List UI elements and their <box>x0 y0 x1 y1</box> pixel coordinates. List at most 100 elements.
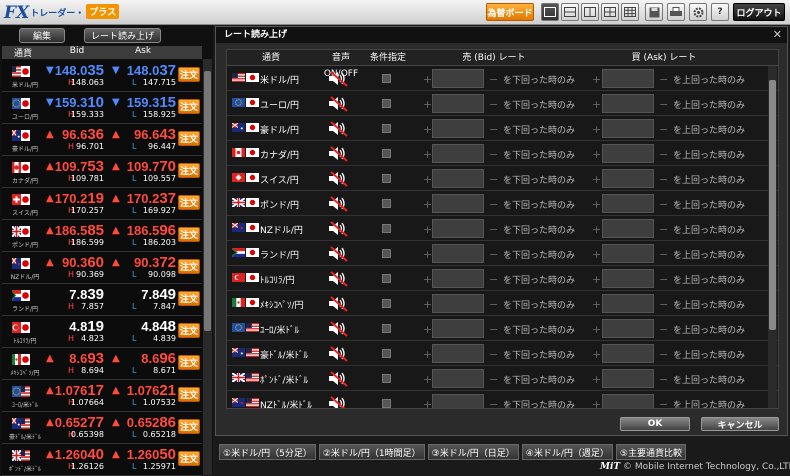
ask-rate-input[interactable] <box>602 144 654 163</box>
decrement-icon[interactable]: − <box>489 373 498 386</box>
decrement-icon[interactable]: − <box>659 298 668 311</box>
scroll-thumb[interactable] <box>204 71 211 331</box>
increment-icon[interactable]: + <box>592 173 601 186</box>
increment-icon[interactable]: + <box>592 73 601 86</box>
quote-row[interactable]: ランド/円 7.839 7.849 H 7.857 L 7.847 注文 <box>2 284 202 316</box>
speaker-muted-icon[interactable] <box>327 320 349 337</box>
chart-tab[interactable]: ④米ドル/円（週足） <box>521 444 613 460</box>
ask-rate-input[interactable] <box>602 394 654 408</box>
bid-rate-input[interactable] <box>432 244 484 263</box>
speaker-muted-icon[interactable] <box>327 70 349 87</box>
condition-checkbox[interactable] <box>382 174 391 183</box>
decrement-icon[interactable]: − <box>489 298 498 311</box>
decrement-icon[interactable]: − <box>659 398 668 408</box>
bid-rate-input[interactable] <box>432 194 484 213</box>
decrement-icon[interactable]: − <box>489 273 498 286</box>
quote-row[interactable]: ﾕｰﾛ/米ﾄﾞﾙ ▲ ▲ 1.07617 1.07621 H 1.07664 L … <box>2 380 202 412</box>
ok-button[interactable]: OK <box>620 417 690 431</box>
increment-icon[interactable]: + <box>592 348 601 361</box>
condition-checkbox[interactable] <box>382 74 391 83</box>
save-icon[interactable] <box>645 3 663 21</box>
quote-row[interactable]: ﾒｷｼｺﾍﾟｿ/円 ▲ ▲ 8.693 8.696 H 8.694 L 8.671… <box>2 348 202 380</box>
speaker-muted-icon[interactable] <box>327 270 349 287</box>
increment-icon[interactable]: + <box>423 348 432 361</box>
layout-single-icon[interactable] <box>541 3 559 21</box>
increment-icon[interactable]: + <box>592 248 601 261</box>
decrement-icon[interactable]: − <box>659 173 668 186</box>
speaker-muted-icon[interactable] <box>327 245 349 262</box>
layout-grid-icon[interactable] <box>621 3 639 21</box>
layout-split-horizontal-icon[interactable] <box>561 3 579 21</box>
ask-rate-input[interactable] <box>602 244 654 263</box>
decrement-icon[interactable]: − <box>659 198 668 211</box>
rate-read-button[interactable]: レート読み上げ <box>84 28 161 43</box>
increment-icon[interactable]: + <box>423 248 432 261</box>
bid-rate-input[interactable] <box>432 144 484 163</box>
speaker-muted-icon[interactable] <box>327 145 349 162</box>
order-button[interactable]: 注文 <box>178 99 200 114</box>
condition-checkbox[interactable] <box>382 374 391 383</box>
increment-icon[interactable]: + <box>423 73 432 86</box>
edit-button[interactable]: 編集 <box>19 28 65 43</box>
order-button[interactable]: 注文 <box>178 195 200 210</box>
condition-checkbox[interactable] <box>382 124 391 133</box>
decrement-icon[interactable]: − <box>489 73 498 86</box>
increment-icon[interactable]: + <box>423 173 432 186</box>
order-board-button[interactable]: 為替ボード <box>486 3 534 21</box>
speaker-muted-icon[interactable] <box>327 345 349 362</box>
decrement-icon[interactable]: − <box>659 248 668 261</box>
speaker-muted-icon[interactable] <box>327 170 349 187</box>
bid-rate-input[interactable] <box>432 269 484 288</box>
increment-icon[interactable]: + <box>423 398 432 408</box>
quote-row[interactable]: 豪ﾄﾞﾙ/米ﾄﾞﾙ ▲ ▲ 0.65277 0.65286 H 0.65398 L… <box>2 412 202 444</box>
ask-rate-input[interactable] <box>602 269 654 288</box>
chart-tab[interactable]: ③米ドル/円（日足） <box>427 444 519 460</box>
ask-rate-input[interactable] <box>602 194 654 213</box>
print-icon[interactable] <box>667 3 685 21</box>
cancel-button[interactable]: キャンセル <box>701 417 779 431</box>
speaker-muted-icon[interactable] <box>327 395 349 408</box>
decrement-icon[interactable]: − <box>489 248 498 261</box>
quote-row[interactable]: カナダ/円 ▲ ▲ 109.753 109.770 H 109.781 L 109… <box>2 156 202 188</box>
order-button[interactable]: 注文 <box>178 387 200 402</box>
condition-checkbox[interactable] <box>382 274 391 283</box>
chart-tab[interactable]: ②米ドル/円（1時間足） <box>318 444 425 460</box>
bid-rate-input[interactable] <box>432 319 484 338</box>
decrement-icon[interactable]: − <box>659 223 668 236</box>
increment-icon[interactable]: + <box>592 273 601 286</box>
decrement-icon[interactable]: − <box>489 348 498 361</box>
condition-checkbox[interactable] <box>382 99 391 108</box>
speaker-muted-icon[interactable] <box>327 95 349 112</box>
alert-grid-scrollbar[interactable] <box>768 66 777 408</box>
scroll-thumb[interactable] <box>769 80 776 330</box>
chart-tab[interactable]: ⑤主要通貨比較 <box>615 444 686 460</box>
chart-tab[interactable]: ①米ドル/円（5分足） <box>219 444 316 460</box>
condition-checkbox[interactable] <box>382 249 391 258</box>
increment-icon[interactable]: + <box>592 323 601 336</box>
bid-rate-input[interactable] <box>432 394 484 408</box>
rate-panel-scrollbar[interactable] <box>203 59 212 475</box>
order-button[interactable]: 注文 <box>178 355 200 370</box>
increment-icon[interactable]: + <box>423 198 432 211</box>
ask-rate-input[interactable] <box>602 119 654 138</box>
ask-rate-input[interactable] <box>602 219 654 238</box>
order-button[interactable]: 注文 <box>178 419 200 434</box>
quote-row[interactable]: ﾄﾙｺﾘﾗ/円 4.819 4.848 H 4.823 L 4.839 注文 <box>2 316 202 348</box>
quote-row[interactable]: ﾎﾟﾝﾄﾞ/米ﾄﾞﾙ ▲ ▲ 1.26040 1.26050 H 1.26126 … <box>2 444 202 476</box>
bid-rate-input[interactable] <box>432 219 484 238</box>
layout-split-vertical-icon[interactable] <box>581 3 599 21</box>
decrement-icon[interactable]: − <box>489 98 498 111</box>
speaker-muted-icon[interactable] <box>327 120 349 137</box>
condition-checkbox[interactable] <box>382 324 391 333</box>
decrement-icon[interactable]: − <box>489 123 498 136</box>
help-icon[interactable]: ? <box>711 3 729 21</box>
increment-icon[interactable]: + <box>423 148 432 161</box>
close-icon[interactable]: ✕ <box>773 27 782 43</box>
increment-icon[interactable]: + <box>592 398 601 408</box>
decrement-icon[interactable]: − <box>659 373 668 386</box>
quote-row[interactable]: 豪ドル/円 ▲ ▲ 96.636 96.643 H 96.701 L 96.447… <box>2 124 202 156</box>
decrement-icon[interactable]: − <box>659 348 668 361</box>
order-button[interactable]: 注文 <box>178 163 200 178</box>
decrement-icon[interactable]: − <box>659 123 668 136</box>
quote-row[interactable]: NZドル/円 ▲ ▲ 90.360 90.372 H 90.369 L 90.09… <box>2 252 202 284</box>
